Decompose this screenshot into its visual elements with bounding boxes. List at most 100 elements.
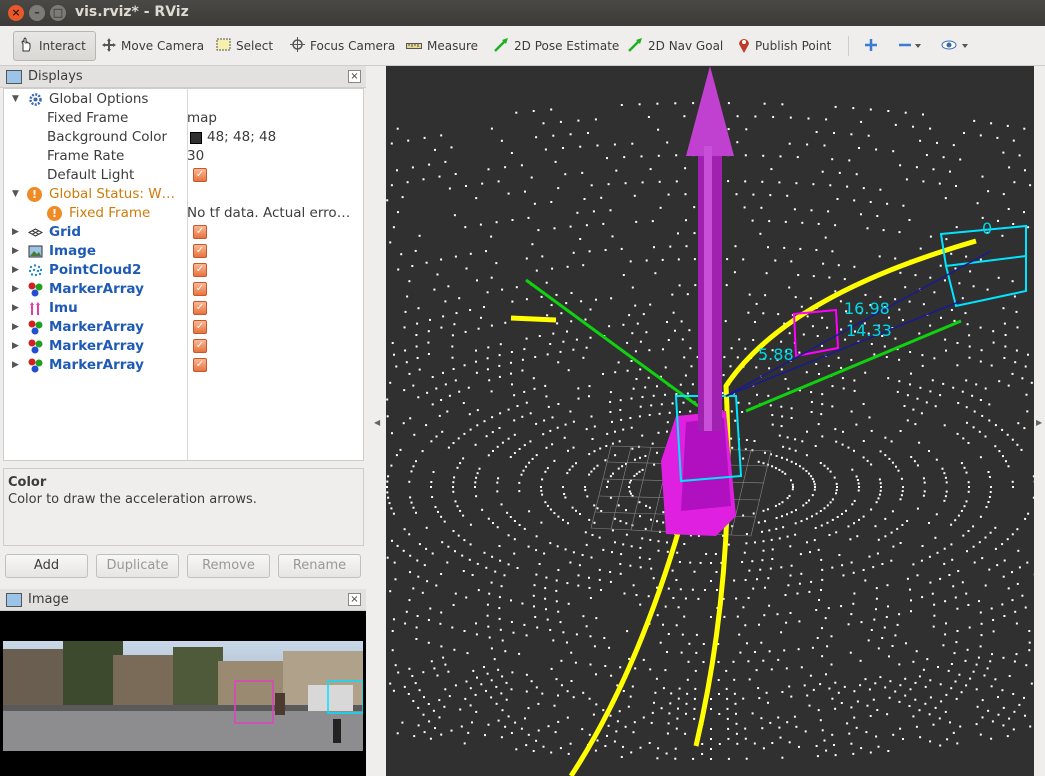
gear-icon xyxy=(28,92,43,107)
marker-array-icon xyxy=(28,282,43,297)
move-camera-tool-label: Move Camera xyxy=(121,39,205,53)
collapse-left-icon[interactable]: ◀ xyxy=(374,418,380,427)
close-image-button[interactable]: × xyxy=(348,593,361,606)
display-enabled-checkbox[interactable]: ✓ xyxy=(193,358,207,372)
display-enabled-checkbox[interactable]: ✓ xyxy=(193,282,207,296)
display-item-label: Grid xyxy=(49,224,82,240)
display-item-image[interactable]: ▶ Image ✓ xyxy=(4,242,363,261)
display-item-markerarray[interactable]: ▶ MarkerArray ✓ xyxy=(4,280,363,299)
status-fixed-frame-row[interactable]: ! Fixed Frame No tf data. Actual erro… xyxy=(4,204,363,223)
image-icon xyxy=(6,593,22,607)
pose-estimate-tool-label: 2D Pose Estimate xyxy=(514,39,620,53)
default-light-row[interactable]: Default Light ✓ xyxy=(4,166,363,185)
pointcloud-icon xyxy=(28,263,43,278)
minus-icon xyxy=(898,38,922,55)
display-item-label: PointCloud2 xyxy=(49,262,142,278)
3d-render-view[interactable]: 0 16.98 14.33 5.88 xyxy=(386,66,1034,776)
measure-tool-button[interactable]: Measure xyxy=(406,31,478,61)
display-item-imu[interactable]: ▶ Imu ✓ xyxy=(4,299,363,318)
nav-goal-tool-label: 2D Nav Goal xyxy=(648,39,724,53)
fixed-frame-row[interactable]: Fixed Frame map xyxy=(4,109,363,128)
description-title: Color xyxy=(8,475,47,490)
measure-tool-label: Measure xyxy=(427,39,478,53)
display-enabled-checkbox[interactable]: ✓ xyxy=(193,263,207,277)
frame-rate-row[interactable]: Frame Rate 30 xyxy=(4,147,363,166)
expand-right-icon[interactable]: ▶ xyxy=(12,356,19,375)
toolbar: Interact Move Camera Select Focus Camera… xyxy=(0,26,1045,66)
distance-label: 14.33 xyxy=(846,321,892,340)
left-splitter[interactable]: ◀ xyxy=(366,66,386,776)
collapse-right-icon[interactable]: ▶ xyxy=(1036,418,1042,427)
fixed-frame-label: Fixed Frame xyxy=(47,110,129,126)
display-enabled-checkbox[interactable]: ✓ xyxy=(193,244,207,258)
color-swatch[interactable] xyxy=(190,132,202,144)
move-camera-tool-button[interactable]: Move Camera xyxy=(102,31,204,61)
add-display-button[interactable]: Add xyxy=(5,554,88,578)
display-item-pointcloud2[interactable]: ▶ PointCloud2 ✓ xyxy=(4,261,363,280)
displays-title: Displays xyxy=(28,69,83,84)
select-tool-label: Select xyxy=(236,39,274,53)
duplicate-display-button[interactable]: Duplicate xyxy=(96,554,179,578)
expand-right-icon[interactable]: ▶ xyxy=(12,242,19,261)
display-item-grid[interactable]: ▶ Grid ✓ xyxy=(4,223,363,242)
background-color-row[interactable]: Background Color 48; 48; 48 xyxy=(4,128,363,147)
green-arrow-icon xyxy=(494,37,509,55)
background-color-value[interactable]: 48; 48; 48 xyxy=(207,128,382,147)
image-title-bar: Image × xyxy=(0,589,366,611)
select-tool-button[interactable]: Select xyxy=(216,31,273,61)
expand-right-icon[interactable]: ▶ xyxy=(12,261,19,280)
displays-tree: ▼ Global Options Fixed Frame map Backgro… xyxy=(3,88,364,461)
monitor-icon xyxy=(6,70,22,84)
display-item-markerarray[interactable]: ▶ MarkerArray ✓ xyxy=(4,337,363,356)
add-tool-button[interactable] xyxy=(864,31,878,61)
description-text: Color to draw the acceleration arrows. xyxy=(8,492,257,507)
display-item-markerarray[interactable]: ▶ MarkerArray ✓ xyxy=(4,356,363,375)
fixed-frame-value[interactable]: map xyxy=(187,109,362,128)
publish-point-tool-label: Publish Point xyxy=(755,39,832,53)
default-light-checkbox[interactable]: ✓ xyxy=(193,168,207,182)
display-enabled-checkbox[interactable]: ✓ xyxy=(193,339,207,353)
close-window-button[interactable]: × xyxy=(8,5,24,21)
display-enabled-checkbox[interactable]: ✓ xyxy=(193,225,207,239)
nav-goal-tool-button[interactable]: 2D Nav Goal xyxy=(628,31,723,61)
expand-down-icon[interactable]: ▼ xyxy=(12,90,19,109)
publish-point-tool-button[interactable]: Publish Point xyxy=(738,31,831,61)
scene-svg: 0 16.98 14.33 5.88 xyxy=(386,66,1034,776)
global-options-row[interactable]: ▼ Global Options xyxy=(4,90,363,109)
status-fixed-frame-label: Fixed Frame xyxy=(69,205,151,221)
interact-tool-button[interactable]: Interact xyxy=(13,31,96,61)
maximize-window-button[interactable]: □ xyxy=(50,5,66,21)
focus-camera-tool-button[interactable]: Focus Camera xyxy=(290,31,395,61)
remove-display-button[interactable]: Remove xyxy=(187,554,270,578)
view-options-button[interactable] xyxy=(941,31,969,61)
global-status-row[interactable]: ▼ ! Global Status: W… xyxy=(4,185,363,204)
expand-right-icon[interactable]: ▶ xyxy=(12,280,19,299)
expand-right-icon[interactable]: ▶ xyxy=(12,318,19,337)
move-arrows-icon xyxy=(102,37,116,55)
expand-right-icon[interactable]: ▶ xyxy=(12,337,19,356)
focus-camera-tool-label: Focus Camera xyxy=(310,39,396,53)
global-status-label: Global Status: W… xyxy=(49,186,176,202)
right-splitter[interactable]: ▶ xyxy=(1034,66,1045,776)
close-displays-button[interactable]: × xyxy=(348,70,361,83)
grid-icon xyxy=(27,225,44,240)
display-item-label: MarkerArray xyxy=(49,319,144,335)
rename-display-button[interactable]: Rename xyxy=(278,554,361,578)
crosshair-icon xyxy=(290,37,305,55)
expand-right-icon[interactable]: ▶ xyxy=(12,299,19,318)
pose-estimate-tool-button[interactable]: 2D Pose Estimate xyxy=(494,31,619,61)
default-light-label: Default Light xyxy=(47,167,135,183)
expand-right-icon[interactable]: ▶ xyxy=(12,223,19,242)
display-item-label: MarkerArray xyxy=(49,338,144,354)
minimize-window-button[interactable]: – xyxy=(29,5,45,21)
display-item-markerarray[interactable]: ▶ MarkerArray ✓ xyxy=(4,318,363,337)
toolbar-separator xyxy=(848,36,849,56)
display-enabled-checkbox[interactable]: ✓ xyxy=(193,320,207,334)
display-enabled-checkbox[interactable]: ✓ xyxy=(193,301,207,315)
camera-image xyxy=(3,641,363,751)
display-item-label: MarkerArray xyxy=(49,357,144,373)
frame-rate-value[interactable]: 30 xyxy=(187,147,362,166)
marker-array-icon xyxy=(28,339,43,354)
expand-down-icon[interactable]: ▼ xyxy=(12,185,19,204)
remove-tool-button[interactable] xyxy=(898,31,922,61)
